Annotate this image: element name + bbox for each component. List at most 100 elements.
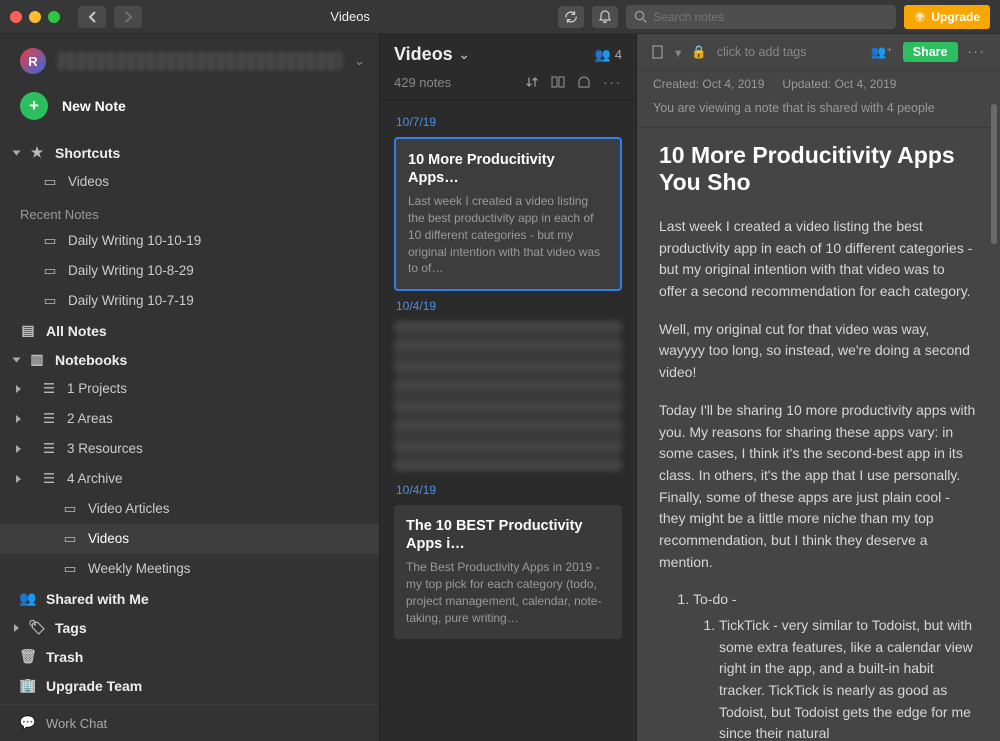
shortcuts-header[interactable]: ★ Shortcuts <box>0 138 379 167</box>
sync-icon <box>564 10 578 24</box>
scrollbar-thumb[interactable] <box>991 104 997 244</box>
arrow-up-circle-icon <box>914 11 926 23</box>
date-label: 10/7/19 <box>396 115 620 129</box>
note-stack-icon: ▤ <box>20 322 36 339</box>
tags-header[interactable]: 🏷 Tags <box>0 613 379 642</box>
search-bar[interactable] <box>626 5 896 29</box>
maximize-window-button[interactable] <box>48 11 60 23</box>
upgrade-team[interactable]: 🏢 Upgrade Team <box>0 671 379 700</box>
note-card-preview: Last week I created a video listing the … <box>408 193 608 277</box>
shared-with-me[interactable]: 👥 Shared with Me <box>0 584 379 613</box>
note-title[interactable]: 10 More Producitivity Apps You Sho <box>659 142 976 196</box>
notebook-icon: ▭ <box>62 528 78 550</box>
note-icon: ▭ <box>42 260 58 282</box>
sort-button[interactable] <box>525 75 539 90</box>
notebooks-header[interactable]: ▥ Notebooks <box>0 345 379 374</box>
notebook-icon: ▭ <box>62 558 78 580</box>
minimize-window-button[interactable] <box>29 11 41 23</box>
recent-note-2[interactable]: ▭ Daily Writing 10-7-19 <box>0 286 379 316</box>
notebook-video-articles[interactable]: ▭ Video Articles <box>0 494 379 524</box>
note-paragraph[interactable]: Today I'll be sharing 10 more productivi… <box>659 400 976 574</box>
star-icon: ★ <box>29 144 45 161</box>
chevron-down-icon: ▾ <box>675 45 681 60</box>
tag-input[interactable]: click to add tags <box>717 45 861 59</box>
filter-icon <box>577 75 591 89</box>
note-card-redacted[interactable] <box>394 321 622 471</box>
tag-icon: 🏷 <box>29 619 45 636</box>
shared-count[interactable]: 👥 4 <box>595 47 622 63</box>
people-icon: 👥 <box>595 47 611 63</box>
note-card-title: The 10 BEST Productivity Apps i… <box>406 517 610 553</box>
disclosure-triangle-icon <box>13 357 21 362</box>
new-note-button[interactable]: + New Note <box>0 84 379 136</box>
share-people-button[interactable]: 👥⁺ <box>871 44 893 60</box>
notifications-button[interactable] <box>592 6 618 28</box>
work-chat[interactable]: 💬 Work Chat <box>0 704 379 741</box>
note-paragraph[interactable]: Well, my original cut for that video was… <box>659 319 976 384</box>
notebook-4-archive[interactable]: ☰ 4 Archive <box>0 464 379 494</box>
notebook-weekly-meetings[interactable]: ▭ Weekly Meetings <box>0 554 379 584</box>
recent-note-1[interactable]: ▭ Daily Writing 10-8-29 <box>0 256 379 286</box>
close-window-button[interactable] <box>10 11 22 23</box>
note-dates: Created: Oct 4, 2019 Updated: Oct 4, 201… <box>637 71 1000 95</box>
notelist-title[interactable]: Videos ⌄ <box>394 44 470 65</box>
editor-toolbar: ▾ 🔒 click to add tags 👥⁺ Share ··· <box>637 34 1000 71</box>
upgrade-label: Upgrade <box>931 10 980 24</box>
note-count: 429 notes <box>394 75 451 90</box>
window-title: Videos <box>330 9 370 24</box>
notebook-icon <box>651 45 665 59</box>
view-toggle-button[interactable] <box>551 75 565 90</box>
sync-button[interactable] <box>558 6 584 28</box>
window-controls <box>10 11 60 23</box>
notebook-icon: ▭ <box>62 498 78 520</box>
note-list: Videos ⌄ 👥 4 429 notes ··· <box>380 34 637 741</box>
disclosure-triangle-icon <box>16 415 21 423</box>
share-button[interactable]: Share <box>903 42 958 62</box>
note-paragraph[interactable]: Last week I created a video listing the … <box>659 216 976 303</box>
note-card-title: 10 More Producitivity Apps… <box>408 151 608 187</box>
notelist-scroll[interactable]: 10/7/19 10 More Producitivity Apps… Last… <box>380 101 636 741</box>
disclosure-triangle-icon <box>14 624 19 632</box>
list-item[interactable]: To-do - TickTick - very similar to Todoi… <box>693 589 976 741</box>
titlebar: Videos Upgrade <box>0 0 1000 34</box>
note-icon: ▭ <box>42 171 58 193</box>
account-row[interactable]: R ⌄ <box>0 34 379 84</box>
plus-icon: + <box>20 92 48 120</box>
notebook-picker[interactable] <box>651 45 665 59</box>
trash-icon: 🗑 <box>20 648 36 665</box>
notebook-videos[interactable]: ▭ Videos <box>0 524 379 554</box>
note-icon: ▭ <box>42 290 58 312</box>
recent-notes-header: Recent Notes <box>0 199 379 226</box>
sharing-banner: You are viewing a note that is shared wi… <box>637 95 1000 128</box>
notebook-1-projects[interactable]: ☰ 1 Projects <box>0 374 379 404</box>
disclosure-triangle-icon <box>16 385 21 393</box>
more-button[interactable]: ··· <box>603 75 622 90</box>
list-item[interactable]: TickTick - very similar to Todoist, but … <box>719 615 976 741</box>
note-card[interactable]: The 10 BEST Productivity Apps i… The Bes… <box>394 505 622 638</box>
disclosure-triangle-icon <box>13 150 21 155</box>
disclosure-triangle-icon <box>16 445 21 453</box>
note-card-selected[interactable]: 10 More Producitivity Apps… Last week I … <box>394 137 622 291</box>
forward-button[interactable] <box>114 6 142 28</box>
editor-body[interactable]: 10 More Producitivity Apps You Sho Last … <box>637 128 1000 741</box>
note-card-preview: The Best Productivity Apps in 2019 - my … <box>406 559 610 626</box>
chevron-left-icon <box>88 11 97 23</box>
note-icon: ▭ <box>42 230 58 252</box>
upgrade-button[interactable]: Upgrade <box>904 5 990 29</box>
back-button[interactable] <box>78 6 106 28</box>
trash[interactable]: 🗑 Trash <box>0 642 379 671</box>
filter-button[interactable] <box>577 75 591 90</box>
more-button[interactable]: ··· <box>968 45 987 59</box>
chevron-down-icon: ⌄ <box>354 53 365 69</box>
account-name-redacted <box>58 52 342 70</box>
lock-icon[interactable]: 🔒 <box>691 45 707 60</box>
editor: ▾ 🔒 click to add tags 👥⁺ Share ··· Creat… <box>637 34 1000 741</box>
notebook-2-areas[interactable]: ☰ 2 Areas <box>0 404 379 434</box>
main: R ⌄ + New Note ★ Shortcuts ▭ Videos Rece… <box>0 34 1000 741</box>
all-notes[interactable]: ▤ All Notes <box>0 316 379 345</box>
shortcut-videos[interactable]: ▭ Videos <box>0 167 379 197</box>
recent-note-0[interactable]: ▭ Daily Writing 10-10-19 <box>0 226 379 256</box>
chat-icon: 💬 <box>20 715 36 731</box>
search-input[interactable] <box>653 10 888 24</box>
notebook-3-resources[interactable]: ☰ 3 Resources <box>0 434 379 464</box>
